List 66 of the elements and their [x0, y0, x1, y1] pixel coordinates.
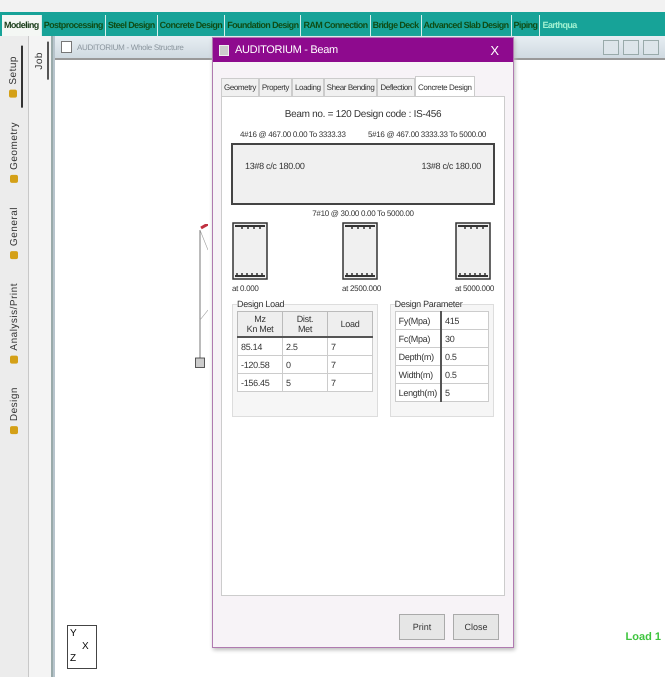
window-title: AUDITORIUM - Whole Structure	[77, 42, 184, 52]
parameter-label: Length(m)	[395, 384, 441, 402]
table-cell: -120.58	[238, 356, 282, 374]
parameter-value: 415	[441, 312, 488, 330]
square-icon	[10, 355, 18, 364]
beam-section-drawing	[455, 222, 492, 280]
parameter-value: 5	[441, 384, 488, 402]
beam-section-drawing	[342, 222, 378, 280]
beam-section-drawing	[232, 222, 268, 280]
axis-indicator: Y X Z	[67, 625, 97, 669]
parameter-label: Depth(m)	[395, 348, 441, 366]
dialog-tab[interactable]: Deflection	[377, 78, 415, 96]
stirrup-label: 13#8 c/c 180.00	[421, 161, 481, 173]
square-icon	[9, 90, 17, 98]
parameter-value: 30	[441, 330, 488, 348]
job-tab[interactable]: Job	[32, 42, 48, 80]
restore-button[interactable]	[623, 40, 639, 54]
square-icon	[10, 174, 18, 183]
parameter-label: Fy(Mpa)	[395, 312, 441, 330]
dialog-button[interactable]: Close	[453, 614, 499, 640]
dialog-tab[interactable]: Concrete Design	[414, 76, 475, 96]
top-bar-label: 5#16 @ 467.00 3333.33 To 5000.00	[368, 130, 486, 139]
dialog-button[interactable]: Print	[399, 614, 445, 640]
group-label: Design Parameter	[394, 299, 462, 309]
bottom-bar-label: 7#10 @ 30.00 0.00 To 5000.00	[312, 209, 414, 218]
x-button[interactable]: X	[484, 42, 505, 58]
column-header: Load	[328, 312, 372, 337]
section-label: at 0.000	[232, 284, 259, 293]
top-bar-label: 4#16 @ 467.00 0.00 To 3333.33	[240, 130, 346, 139]
square-icon	[10, 426, 18, 434]
ribbon-tab[interactable]: Modeling	[2, 15, 41, 36]
table-cell: -156.45	[238, 374, 282, 392]
table-cell: 7	[328, 374, 372, 392]
dialog-tab[interactable]: Property	[258, 78, 292, 96]
table-cell: 7	[328, 356, 372, 374]
side-tab[interactable]: Geometry	[6, 112, 22, 193]
table-cell: 85.14	[238, 337, 282, 356]
side-tab[interactable]: Setup	[6, 46, 22, 108]
beam-heading: Beam no. = 120 Design code : IS-456	[284, 109, 442, 120]
parameter-value: 0.5	[441, 348, 488, 366]
side-tab[interactable]: Analysis/Print	[6, 272, 22, 374]
parameter-label: Width(m)	[395, 366, 441, 384]
side-tab[interactable]: Design	[6, 377, 22, 444]
parameter-value: 0.5	[441, 366, 488, 384]
table-cell: 0	[282, 356, 328, 374]
section-label: at 2500.000	[342, 284, 381, 293]
dialog-tab[interactable]: Shear Bending	[324, 78, 378, 96]
table-cell: 5	[282, 374, 328, 392]
column-header: Dist. Met	[282, 312, 328, 337]
column-header: Mz Kn Met	[238, 312, 282, 337]
stirrup-label: 13#8 c/c 180.00	[245, 161, 305, 173]
document-icon	[61, 41, 72, 53]
dialog-tab[interactable]: Geometry	[221, 78, 259, 96]
section-label: at 5000.000	[455, 284, 494, 293]
square-icon	[10, 250, 18, 259]
side-tab[interactable]: General	[6, 196, 22, 269]
window-icon	[219, 44, 229, 56]
parameter-label: Fc(Mpa)	[395, 330, 441, 348]
group-label: Design Load	[237, 299, 284, 309]
dialog-title: AUDITORIUM - Beam	[235, 44, 338, 56]
table-cell: 7	[328, 337, 372, 356]
minimize-button[interactable]	[603, 40, 619, 54]
table-cell: 2.5	[282, 337, 328, 356]
window-close-button[interactable]	[643, 40, 659, 54]
dialog-tab[interactable]: Loading	[292, 78, 324, 96]
load-label: Load 1	[626, 631, 661, 643]
